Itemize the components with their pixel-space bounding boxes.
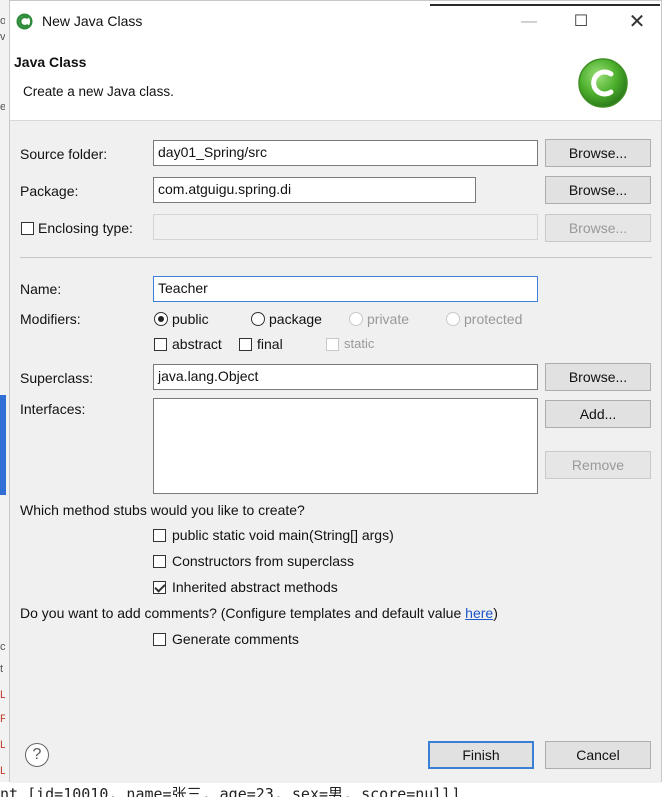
package-radio[interactable]: [251, 312, 265, 326]
superclass-label: Superclass:: [20, 370, 94, 386]
bg-mark: c: [0, 641, 5, 653]
name-field[interactable]: Teacher: [153, 276, 538, 302]
console-text: nt [id=10010, name=张三, age=23, sex=男, sc…: [0, 785, 461, 797]
help-icon[interactable]: ?: [25, 743, 49, 767]
banner-title: Java Class: [14, 54, 87, 70]
public-radio[interactable]: [154, 312, 168, 326]
method-stubs-question: Which method stubs would you like to cre…: [20, 502, 305, 518]
protected-label: protected: [464, 311, 523, 327]
constructors-checkbox[interactable]: [153, 555, 166, 568]
enclosing-type-browse-button: Browse...: [545, 214, 651, 242]
static-label: static: [344, 336, 375, 351]
package-radio-label: package: [269, 311, 322, 327]
final-label: final: [257, 336, 283, 352]
remove-interface-button: Remove: [545, 451, 651, 479]
bg-mark: o: [0, 15, 5, 27]
superclass-browse-button[interactable]: Browse...: [545, 363, 651, 391]
interfaces-list[interactable]: [153, 398, 538, 494]
add-interface-button[interactable]: Add...: [545, 400, 651, 428]
comments-question: Do you want to add comments? (Configure …: [20, 605, 498, 621]
package-label: Package:: [20, 183, 79, 199]
banner-description: Create a new Java class.: [23, 84, 174, 99]
package-field[interactable]: com.atguigu.spring.di: [153, 177, 476, 203]
abstract-label: abstract: [172, 336, 222, 352]
enclosing-type-label: Enclosing type:: [38, 220, 133, 236]
eclipse-icon: [16, 13, 33, 30]
background-console-line: nt [id=10010, name=张三, age=23, sex=男, sc…: [0, 782, 662, 797]
bg-mark: v: [0, 31, 5, 43]
comments-close-paren: ): [493, 605, 498, 621]
public-label: public: [172, 311, 209, 327]
window-title: New Java Class: [42, 13, 143, 29]
bg-mark: L: [0, 739, 5, 751]
inherited-methods-checkbox[interactable]: [153, 581, 166, 594]
comments-question-text: Do you want to add comments? (Configure …: [20, 605, 466, 621]
constructors-label: Constructors from superclass: [172, 553, 355, 569]
generate-comments-checkbox[interactable]: [153, 633, 166, 646]
superclass-field[interactable]: java.lang.Object: [153, 364, 538, 390]
bg-selection-bar: [0, 395, 6, 495]
bg-mark: F: [0, 713, 5, 725]
inherited-methods-label: Inherited abstract methods: [172, 579, 338, 595]
main-method-label: public static void main(String[] args): [172, 527, 394, 543]
main-method-checkbox[interactable]: [153, 529, 166, 542]
bg-mark: t: [0, 663, 4, 675]
source-folder-browse-button[interactable]: Browse...: [545, 139, 651, 167]
maximize-button[interactable]: ☐: [558, 7, 604, 37]
java-class-logo-icon: [578, 58, 628, 108]
enclosing-type-field: [153, 214, 538, 240]
bg-mark: e: [0, 101, 5, 113]
separator: [20, 257, 652, 258]
static-checkbox: [326, 338, 339, 351]
new-java-class-dialog: New Java Class — ☐ ✕ Java Class Create a…: [9, 0, 662, 783]
package-browse-button[interactable]: Browse...: [545, 176, 651, 204]
private-label: private: [367, 311, 410, 327]
wizard-content: Source folder: day01_Spring/src Browse..…: [10, 120, 661, 712]
dialog-footer: ? Finish Cancel: [10, 712, 661, 783]
name-label: Name:: [20, 281, 62, 297]
bg-mark: L: [0, 765, 5, 777]
wizard-banner: Java Class Create a new Java class.: [10, 41, 661, 121]
source-folder-label: Source folder:: [20, 146, 108, 162]
cancel-button[interactable]: Cancel: [545, 741, 651, 769]
abstract-checkbox[interactable]: [154, 338, 167, 351]
bg-mark: L: [0, 689, 5, 701]
interfaces-label: Interfaces:: [20, 401, 86, 417]
close-button[interactable]: ✕: [614, 7, 660, 37]
background-ide-strip: o v e c t L F L L: [0, 0, 9, 797]
enclosing-type-checkbox[interactable]: [21, 222, 34, 235]
finish-button[interactable]: Finish: [428, 741, 534, 769]
final-checkbox[interactable]: [239, 338, 252, 351]
generate-comments-label: Generate comments: [172, 631, 299, 647]
protected-radio: [446, 312, 460, 326]
minimize-button[interactable]: —: [506, 7, 552, 37]
private-radio: [349, 312, 363, 326]
modifiers-label: Modifiers:: [20, 311, 81, 327]
configure-templates-link[interactable]: here: [465, 605, 493, 621]
title-bar[interactable]: New Java Class — ☐ ✕: [10, 1, 661, 41]
source-folder-field[interactable]: day01_Spring/src: [153, 140, 538, 166]
